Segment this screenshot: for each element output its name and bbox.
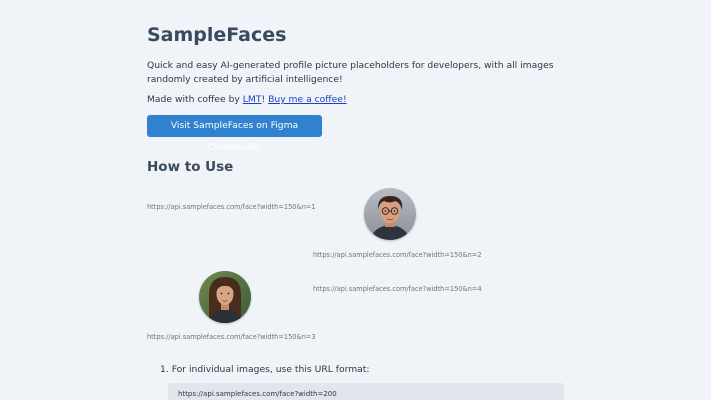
example-caption-2: https://api.samplefaces.com/face?width=1… bbox=[313, 251, 482, 259]
example-caption-1: https://api.samplefaces.com/face?width=1… bbox=[147, 203, 316, 211]
code-example-block: https://api.samplefaces.com/face?width=2… bbox=[168, 383, 564, 400]
credit-prefix: Made with coffee by bbox=[147, 94, 243, 105]
site-title: SampleFaces bbox=[147, 24, 287, 46]
figma-community-button[interactable]: Visit SampleFaces on Figma Community bbox=[147, 115, 322, 153]
how-to-use-title: How to Use bbox=[147, 159, 234, 175]
face-avatar-woman-icon bbox=[199, 271, 251, 323]
page: SampleFaces Quick and easy AI-generated … bbox=[0, 0, 711, 400]
credit-line: Made with coffee by LMT! Buy me a coffee… bbox=[147, 94, 347, 105]
intro-text: Quick and easy AI-generated profile pict… bbox=[147, 60, 554, 85]
face-avatar-man-icon bbox=[364, 188, 416, 240]
author-link[interactable]: LMT bbox=[243, 94, 262, 105]
example-caption-3: https://api.samplefaces.com/face?width=1… bbox=[147, 333, 316, 341]
example-caption-4: https://api.samplefaces.com/face?width=1… bbox=[313, 285, 482, 293]
steps-list: 1. For individual images, use this URL f… bbox=[160, 364, 370, 375]
step-text-1: For individual images, use this URL form… bbox=[171, 364, 370, 375]
step-number-1: 1. bbox=[160, 364, 169, 375]
buy-coffee-link[interactable]: Buy me a coffee! bbox=[268, 94, 347, 105]
